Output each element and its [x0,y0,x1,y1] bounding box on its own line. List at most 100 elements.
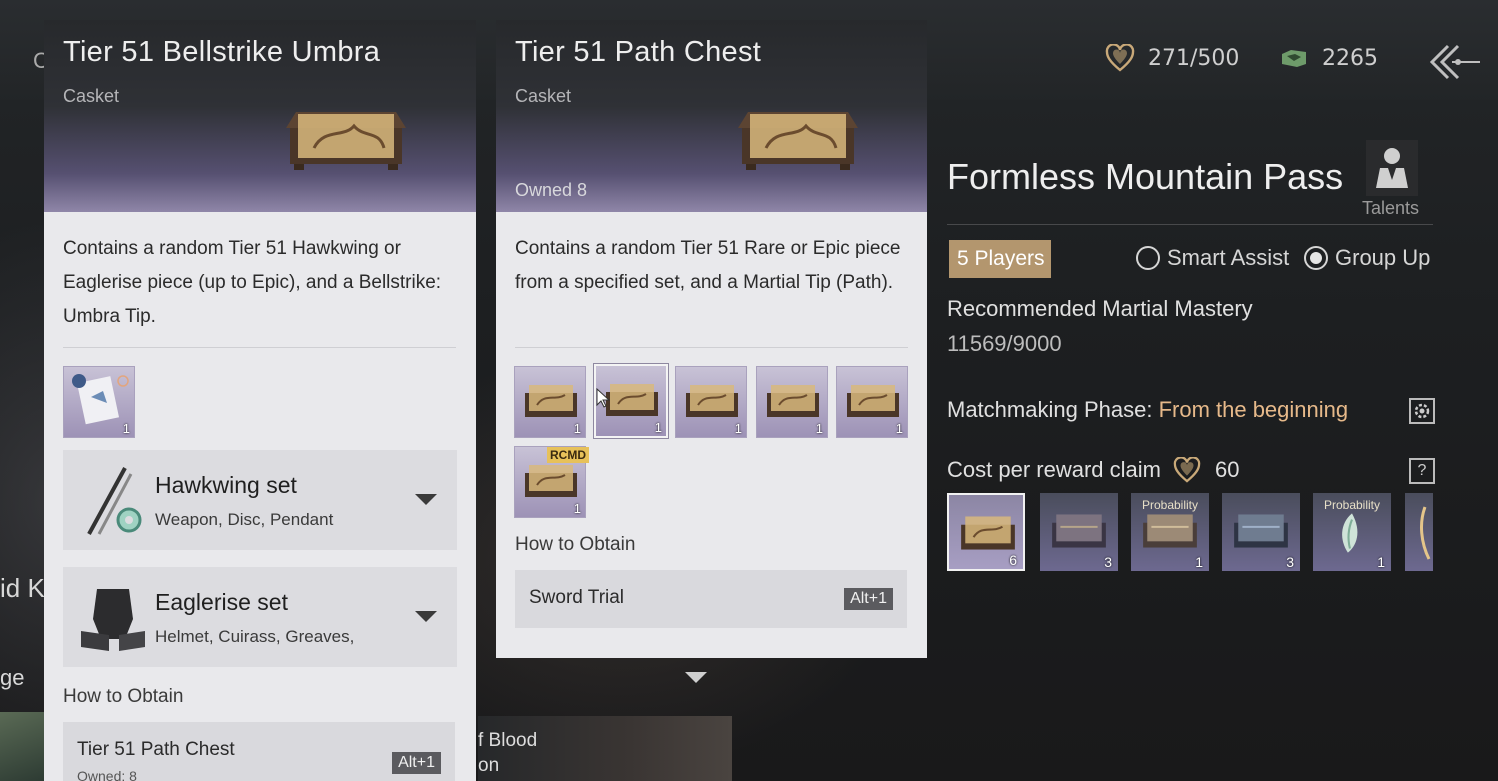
item-description: Contains a random Tier 51 Hawkwing or Ea… [63,238,442,327]
bg-fragment-text: ge [0,665,25,690]
slot-quantity: 1 [654,420,662,435]
hearts-currency: 271/500 [1104,38,1239,78]
reward-quantity: 3 [1286,554,1294,570]
set-option-slot-recommended[interactable]: RCMD 1 [514,446,589,518]
owned-count: Owned 8 [515,180,588,200]
matchmaking-phase: Matchmaking Phase: From the beginning [947,397,1348,423]
set-name: Hawkwing set [155,472,297,498]
mastery-label: Recommended Martial Mastery [947,296,1253,321]
set-name: Eaglerise set [155,589,288,615]
jade-pendant-icon [1342,513,1358,553]
how-to-obtain-label: How to Obtain [63,686,184,707]
cost-per-claim: Cost per reward claim 60 [947,457,1239,483]
feather-icon [1420,506,1431,560]
obtain-source-row[interactable]: Sword Trial Alt+1 [515,570,907,628]
divider [63,347,456,348]
jade-currency: 2265 [1278,38,1378,78]
casket-icon [686,385,738,417]
slot-quantity: 1 [573,501,581,516]
slot-quantity: 1 [895,421,903,436]
casket-icon [961,516,1015,550]
reward-slot[interactable]: Probability 1 [1313,493,1391,571]
mouse-cursor-icon [596,388,610,408]
bg-thumbnail [0,712,44,781]
set-option-slot[interactable]: 1 [756,366,828,438]
hearts-value: 271/500 [1148,45,1240,71]
item-type: Casket [515,86,572,106]
eaglerise-armor-icon [81,589,145,651]
smart-assist-radio[interactable]: Smart Assist [1136,245,1289,271]
heart-icon [1173,457,1201,483]
casket-icon [525,465,577,497]
divider [515,347,908,348]
obtain-source-name: Tier 51 Path Chest [77,739,235,760]
bg-fragment-text: id K [0,573,45,603]
set-row-hawkwing[interactable]: Hawkwing set Weapon, Disc, Pendant [63,450,457,550]
chevron-down-icon[interactable] [415,494,437,505]
group-up-label: Group Up [1335,245,1431,270]
slot-quantity: 1 [734,421,742,436]
reward-quantity: 1 [1195,554,1203,570]
cost-label: Cost per reward claim [947,457,1161,482]
chest-icon [1234,514,1288,548]
item-title: Tier 51 Path Chest [515,36,762,68]
jade-value: 2265 [1322,45,1378,71]
slot-quantity: 1 [573,421,581,436]
divider [947,224,1433,225]
martial-tip-slot[interactable]: 1 [63,366,135,438]
back-arrow-icon [1429,44,1480,80]
tooltip-header: Tier 51 Bellstrike Umbra Casket [44,20,476,212]
group-up-radio[interactable]: Group Up [1304,245,1430,271]
casket-icon [738,112,858,170]
hotkey-badge: Alt+1 [392,752,441,774]
phase-label: Matchmaking Phase: [947,397,1153,422]
set-row-eaglerise[interactable]: Eaglerise set Helmet, Cuirass, Greaves, [63,567,457,667]
chevron-down-icon[interactable] [415,611,437,622]
help-button[interactable]: ? [1409,458,1435,484]
phase-settings-button[interactable] [1409,398,1435,424]
set-option-slot[interactable]: 1 [675,366,747,438]
cost-value: 60 [1214,457,1240,482]
set-parts: Helmet, Cuirass, Greaves, [155,627,355,646]
mastery-value: 11569/9000 [947,331,1062,356]
talents-label: Talents [1362,198,1420,218]
set-option-slot[interactable]: 1 [514,366,586,438]
casket-icon [847,385,899,417]
radio-checked-icon [1304,246,1328,270]
chest-icon [1143,514,1197,548]
radio-unchecked-icon [1136,246,1160,270]
casket-icon [606,384,658,416]
casket-icon [525,385,577,417]
reward-slot[interactable]: 3 [1040,493,1118,571]
heart-icon [1104,42,1136,74]
reward-slot-selected[interactable]: 6 [947,493,1025,571]
scroll-down-icon[interactable] [685,672,707,683]
hawkwing-weapon-icon [87,467,142,535]
smart-assist-label: Smart Assist [1167,245,1290,270]
casket-icon [286,112,406,170]
reward-quantity: 1 [1377,554,1385,570]
back-button[interactable] [1428,40,1484,84]
players-badge: 5 Players [949,240,1051,278]
phase-value: From the beginning [1158,397,1349,422]
talents-icon [1366,140,1418,196]
bg-event-card-title: f Blood on [478,730,538,776]
reward-slot-partial[interactable] [1405,493,1433,571]
casket-icon [767,385,819,417]
hotkey-badge: Alt+1 [844,588,893,610]
dungeon-title: Formless Mountain Pass [947,156,1344,197]
recommended-badge: RCMD [547,447,589,463]
item-tooltip-path-chest: Tier 51 Path Chest Casket Owned 8 Contai… [496,20,927,658]
obtain-source-row[interactable]: Tier 51 Path Chest Owned: 8 Alt+1 [63,722,455,781]
scroll-tip-icon [72,374,129,425]
talents-button[interactable] [1366,140,1418,196]
reward-slot[interactable]: Probability 1 [1131,493,1209,571]
reward-quantity: 3 [1104,554,1112,570]
how-to-obtain-label: How to Obtain [515,534,636,555]
set-option-slot[interactable]: 1 [836,366,908,438]
set-parts: Weapon, Disc, Pendant [155,510,334,529]
reward-slot[interactable]: 3 [1222,493,1300,571]
item-type: Casket [63,86,120,106]
slot-quantity: 1 [122,421,130,436]
item-description: Contains a random Tier 51 Rare or Epic p… [515,238,901,293]
